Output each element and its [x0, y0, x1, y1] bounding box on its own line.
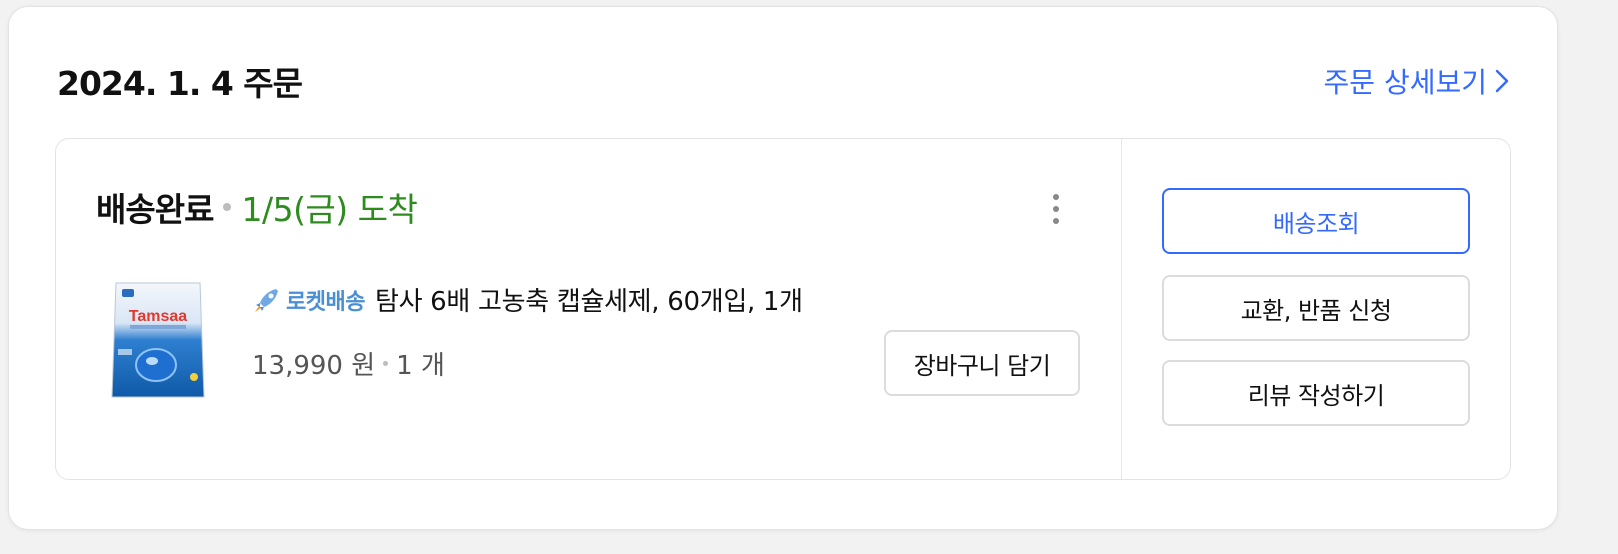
track-delivery-button[interactable]: 배송조회 [1162, 188, 1470, 254]
delivery-status: 배송완료 [96, 190, 214, 229]
product-name[interactable]: 탐사 6배 고농축 캡슐세제, 60개입, 1개 [375, 281, 803, 318]
product-title-row: 로켓배송 탐사 6배 고농축 캡슐세제, 60개입, 1개 [252, 281, 803, 318]
chevron-right-icon [1495, 69, 1509, 93]
price-row: 13,990 원 1 개 [252, 345, 445, 382]
product-quantity: 1 개 [396, 351, 445, 381]
rocket-icon [255, 288, 278, 312]
shipment-box: 배송완료 1/5(금) 도착 Tamsaa 로켓배송 탐사 6배 고농축 캡슐세… [55, 138, 1511, 480]
delivery-status-row: 배송완료 1/5(금) 도착 [96, 183, 418, 231]
order-detail-link[interactable]: 주문 상세보기 [1324, 61, 1509, 101]
write-review-button[interactable]: 리뷰 작성하기 [1162, 360, 1470, 426]
rocket-delivery-badge: 로켓배송 [286, 289, 365, 315]
order-detail-label: 주문 상세보기 [1323, 66, 1487, 99]
more-vertical-icon[interactable] [1046, 189, 1066, 229]
product-price: 13,990 원 [252, 351, 376, 381]
add-to-cart-button[interactable]: 장바구니 담기 [884, 330, 1080, 396]
arrival-date: 1/5(금) 도착 [241, 190, 418, 229]
divider [1121, 139, 1122, 479]
product-image[interactable]: Tamsaa [108, 279, 208, 401]
separator-dot [223, 203, 232, 211]
order-date: 2024. 1. 4 주문 [57, 64, 303, 103]
separator-dot [383, 361, 389, 366]
exchange-return-button[interactable]: 교환, 반품 신청 [1162, 275, 1470, 341]
product-image-brand: Tamsaa [129, 308, 188, 325]
order-card: 2024. 1. 4 주문 주문 상세보기 배송완료 1/5(금) 도착 Tam… [8, 6, 1558, 530]
